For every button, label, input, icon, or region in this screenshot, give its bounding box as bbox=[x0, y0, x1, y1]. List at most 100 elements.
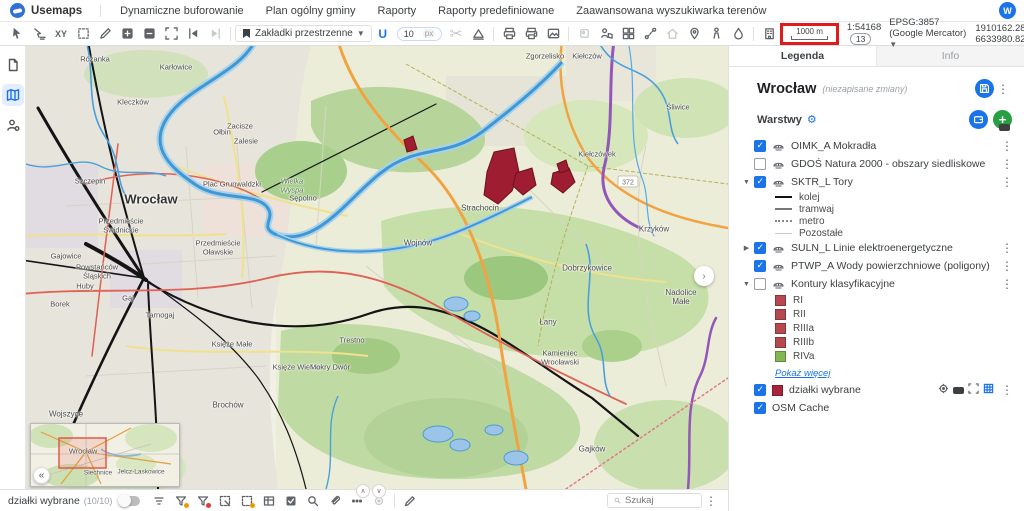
zoom-out-box-icon[interactable] bbox=[139, 24, 159, 44]
filter-icon[interactable] bbox=[150, 493, 168, 509]
snap-unit-label: px bbox=[423, 29, 435, 38]
layer-checkbox[interactable] bbox=[754, 176, 766, 188]
gear-icon[interactable]: ⚙ bbox=[807, 113, 817, 126]
layer-row-suln[interactable]: ▶ SULN_L Linie elektroenergetyczne ⋮ bbox=[729, 239, 1024, 257]
layer-menu-icon[interactable]: ⋮ bbox=[998, 175, 1016, 189]
selection-toggle[interactable] bbox=[120, 496, 140, 506]
layer-row-osm-cache[interactable]: OSM Cache bbox=[729, 399, 1024, 417]
composition-grid-icon[interactable] bbox=[618, 24, 638, 44]
scale-ratio[interactable]: 1:5416813 bbox=[847, 22, 881, 45]
building-icon[interactable] bbox=[759, 24, 779, 44]
scale-bar-annotation: 1000 m bbox=[780, 23, 839, 45]
layer-menu-icon[interactable]: ⋮ bbox=[998, 241, 1016, 255]
layer-checkbox[interactable] bbox=[754, 402, 766, 414]
fullscreen-layer-icon[interactable] bbox=[968, 381, 979, 399]
snapping-tolerance-field[interactable]: px bbox=[397, 27, 442, 41]
attachments-icon[interactable] bbox=[326, 493, 344, 509]
layer-checkbox[interactable] bbox=[754, 260, 766, 272]
save-button[interactable] bbox=[975, 79, 994, 98]
visibility-pill-icon[interactable] bbox=[953, 387, 964, 394]
minimap-collapse-button[interactable]: « bbox=[33, 467, 50, 484]
layer-checkbox[interactable] bbox=[754, 140, 766, 152]
select-features-icon[interactable] bbox=[29, 24, 49, 44]
sidebar-users-icon[interactable] bbox=[2, 114, 24, 136]
attribute-table-icon[interactable] bbox=[983, 381, 994, 399]
select-area-icon[interactable] bbox=[216, 493, 234, 509]
snapping-magnet-icon[interactable]: U bbox=[373, 24, 393, 44]
filter-clear-icon[interactable] bbox=[194, 493, 212, 509]
menu-dynamiczne-buforowanie[interactable]: Dynamiczne buforowanie bbox=[109, 5, 255, 17]
show-more-link[interactable]: Pokaż więcej bbox=[729, 366, 830, 381]
composition-menu-icon[interactable]: ⋮ bbox=[994, 82, 1012, 96]
menu-zaawansowana-wyszukiwarka[interactable]: Zaawansowana wyszukiwarka terenów bbox=[565, 5, 777, 17]
full-extent-icon[interactable] bbox=[161, 24, 181, 44]
menu-raporty[interactable]: Raporty bbox=[367, 5, 428, 17]
zoom-to-layer-icon[interactable] bbox=[938, 381, 949, 399]
bottombar-menu-icon[interactable]: ⋮ bbox=[702, 494, 720, 508]
layer-checkbox[interactable] bbox=[754, 242, 766, 254]
route-icon[interactable] bbox=[640, 24, 660, 44]
collapse-arrow-icon[interactable]: ▼ bbox=[741, 179, 752, 186]
street-view-icon[interactable] bbox=[706, 24, 726, 44]
sidebar-map-icon[interactable] bbox=[2, 84, 24, 106]
panel-expand-up-button[interactable]: ∧ bbox=[356, 484, 370, 498]
layer-list: OIMK_A Mokradła ⋮ GDOŚ Natura 2000 - obs… bbox=[729, 133, 1024, 417]
layer-checkbox[interactable] bbox=[754, 384, 766, 396]
layer-row-sktr[interactable]: ▼ SKTR_L Tory ⋮ bbox=[729, 173, 1024, 191]
layer-checkbox[interactable] bbox=[754, 278, 766, 290]
previous-extent-icon[interactable] bbox=[183, 24, 203, 44]
home-icon[interactable] bbox=[662, 24, 682, 44]
layer-menu-icon[interactable]: ⋮ bbox=[998, 139, 1016, 153]
search-input[interactable] bbox=[625, 495, 695, 506]
line-swatch bbox=[775, 208, 792, 210]
location-pin-icon[interactable] bbox=[684, 24, 704, 44]
panel-collapse-down-button[interactable]: ∨ bbox=[372, 484, 386, 498]
visibility-pill-icon[interactable] bbox=[999, 124, 1010, 131]
layer-menu-icon[interactable]: ⋮ bbox=[998, 259, 1016, 273]
minimap[interactable]: WrocławSiechniceJelcz-Laskowice « bbox=[30, 423, 180, 487]
draw-icon[interactable] bbox=[95, 24, 115, 44]
print-advanced-icon[interactable] bbox=[521, 24, 541, 44]
cut-icon[interactable]: ✂ bbox=[446, 24, 466, 44]
collapse-arrow-icon[interactable]: ▼ bbox=[741, 281, 752, 288]
expand-arrow-icon[interactable]: ▶ bbox=[741, 244, 752, 252]
xy-coordinates-icon[interactable]: XY bbox=[51, 24, 71, 44]
search-box[interactable] bbox=[607, 493, 702, 508]
select-rectangle-icon[interactable] bbox=[73, 24, 93, 44]
next-extent-icon[interactable] bbox=[205, 24, 225, 44]
layer-menu-icon[interactable]: ⋮ bbox=[998, 157, 1016, 171]
print-icon[interactable] bbox=[499, 24, 519, 44]
show-selected-only-icon[interactable] bbox=[282, 493, 300, 509]
layer-row-oimk[interactable]: OIMK_A Mokradła ⋮ bbox=[729, 137, 1024, 155]
layer-checkbox[interactable] bbox=[754, 158, 766, 170]
brand[interactable]: Usemaps bbox=[0, 3, 92, 18]
menu-plan-ogolny-gminy[interactable]: Plan ogólny gminy bbox=[255, 5, 367, 17]
panel-collapse-handle[interactable]: › bbox=[694, 266, 714, 286]
menu-raporty-predefiniowane[interactable]: Raporty predefiniowane bbox=[427, 5, 565, 17]
layer-menu-icon[interactable]: ⋮ bbox=[998, 383, 1016, 397]
zoom-in-box-icon[interactable] bbox=[117, 24, 137, 44]
zoom-to-selection-icon[interactable] bbox=[304, 493, 322, 509]
projection-select[interactable]: EPSG:3857 (Google Mercator) ▼ bbox=[889, 17, 967, 50]
layer-row-gdos[interactable]: GDOŚ Natura 2000 - obszary siedliskowe ⋮ bbox=[729, 155, 1024, 173]
edit-icon[interactable] bbox=[401, 493, 419, 509]
map-viewport[interactable]: 372 RóżankaKarłowiceZgorzeliskoKiełczówŚ… bbox=[26, 46, 728, 489]
layer-row-dzialki-wybrane[interactable]: działki wybrane ⋮ bbox=[729, 381, 1024, 399]
select-pointer-icon[interactable] bbox=[7, 24, 27, 44]
snapping-tolerance-input[interactable] bbox=[404, 29, 420, 39]
profile-icon[interactable] bbox=[468, 24, 488, 44]
spatial-bookmarks-button[interactable]: Zakładki przestrzenne ▼ bbox=[235, 25, 372, 42]
parcels-owners-icon[interactable] bbox=[596, 24, 616, 44]
screenshot-icon[interactable] bbox=[543, 24, 563, 44]
table-columns-icon[interactable] bbox=[260, 493, 278, 509]
filter-selected-icon[interactable] bbox=[172, 493, 190, 509]
sidebar-documents-icon[interactable] bbox=[2, 54, 24, 76]
vector-layer-icon bbox=[772, 278, 785, 290]
layer-library-button[interactable] bbox=[969, 110, 988, 129]
layer-menu-icon[interactable]: ⋮ bbox=[998, 277, 1016, 291]
deselect-area-icon[interactable] bbox=[238, 493, 256, 509]
layer-row-ptwp[interactable]: PTWP_A Wody powierzchniowe (poligony) ⋮ bbox=[729, 257, 1024, 275]
hydrant-drop-icon[interactable] bbox=[728, 24, 748, 44]
image-layer-icon[interactable] bbox=[574, 24, 594, 44]
layer-row-kontury[interactable]: ▼ Kontury klasyfikacyjne ⋮ bbox=[729, 275, 1024, 293]
